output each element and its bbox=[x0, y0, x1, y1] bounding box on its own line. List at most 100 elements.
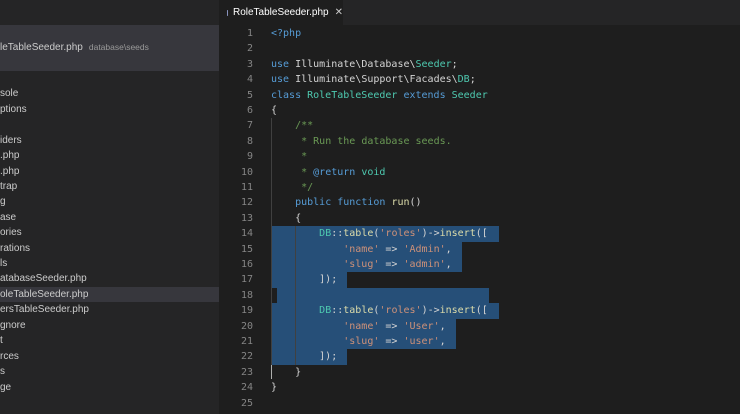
code-line: 15 'name' => 'Admin', bbox=[219, 242, 740, 257]
file-tree-item[interactable]: sole bbox=[0, 87, 18, 101]
file-tree-item[interactable]: rations bbox=[0, 242, 30, 256]
code-line: 1 <?php bbox=[219, 26, 740, 41]
code-token: use bbox=[271, 74, 296, 86]
file-tree-item[interactable]: gnore bbox=[0, 319, 26, 333]
code-token: Illuminate\Support\Facades\ bbox=[295, 74, 458, 86]
open-editor-file[interactable]: leTableSeeder.php database\seeds bbox=[0, 40, 149, 55]
code-token: use bbox=[271, 58, 296, 70]
code-token: ; bbox=[451, 58, 458, 70]
file-tree-item[interactable]: trap bbox=[0, 180, 17, 194]
code-line: 12 public function run() bbox=[219, 195, 740, 210]
line-code: /** bbox=[271, 118, 313, 133]
line-code: public function run() bbox=[271, 195, 422, 210]
file-tree-item[interactable]: ge bbox=[0, 381, 11, 395]
line-number: 1 bbox=[246, 28, 253, 39]
line-number: 2 bbox=[246, 43, 253, 55]
code-token: 'user' bbox=[403, 336, 440, 347]
code-token: insert bbox=[439, 228, 476, 240]
code-editor[interactable]: 1 <?php 2 3 use Illuminate\Database\Seeder; 4… bbox=[219, 25, 740, 414]
line-code: 'slug' => 'admin', bbox=[271, 257, 451, 272]
code-token: run bbox=[391, 197, 410, 209]
code-token: 'slug' bbox=[343, 259, 380, 270]
line-code: <?php bbox=[271, 26, 301, 41]
code-token: DB bbox=[319, 228, 332, 240]
line-code: 'slug' => 'user', bbox=[271, 334, 446, 349]
open-editor-file-name: leTableSeeder.php bbox=[0, 42, 83, 53]
file-tree-item[interactable]: ories bbox=[0, 226, 22, 240]
line-number: 7 bbox=[246, 120, 253, 132]
code-token: ; bbox=[469, 74, 476, 86]
code-token: => bbox=[379, 320, 404, 332]
line-number: 18 bbox=[240, 289, 253, 301]
file-tree-item[interactable]: oleTableSeeder.php bbox=[0, 288, 88, 302]
line-number: 14 bbox=[240, 228, 253, 240]
file-tree-item[interactable]: s bbox=[0, 365, 5, 379]
code-token: insert bbox=[439, 305, 476, 317]
code-token: => bbox=[379, 336, 404, 347]
line-number: 6 bbox=[246, 105, 253, 116]
file-tree-item[interactable]: ptions bbox=[0, 103, 27, 117]
code-line: 8 * Run the database seeds. bbox=[219, 134, 740, 149]
line-code: */ bbox=[271, 180, 313, 195]
code-token: RoleTableSeeder bbox=[307, 89, 404, 101]
file-tree-item[interactable]: ersTableSeeder.php bbox=[0, 303, 89, 317]
code-token: extends bbox=[403, 89, 452, 101]
close-icon[interactable]: ✕ bbox=[335, 7, 343, 18]
code-line: 25 bbox=[219, 396, 740, 411]
code-token: Seeder bbox=[415, 58, 452, 70]
code-line: 4 use Illuminate\Support\Facades\DB; bbox=[219, 72, 740, 87]
code-token: DB bbox=[319, 305, 332, 317]
line-number: 15 bbox=[240, 243, 253, 255]
line-number: 20 bbox=[240, 320, 253, 332]
line-number: 5 bbox=[246, 89, 253, 101]
code-token: , bbox=[439, 336, 446, 347]
line-code: { bbox=[271, 103, 277, 118]
code-token: public bbox=[295, 197, 338, 209]
code-token: 'admin' bbox=[403, 259, 446, 270]
line-code: DB::table('roles')->insert([ bbox=[271, 226, 488, 241]
code-line: 20 'name' => 'User', bbox=[219, 319, 740, 334]
tab-roletableseeder[interactable]: RoleTableSeeder.php ✕ bbox=[219, 0, 343, 25]
line-number: 9 bbox=[246, 151, 253, 163]
line-code: use Illuminate\Database\Seeder; bbox=[271, 57, 458, 72]
code-line: 11 */ bbox=[219, 180, 740, 195]
code-line: 9 * bbox=[219, 149, 740, 164]
code-token: => bbox=[379, 243, 404, 255]
code-token: () bbox=[409, 197, 422, 209]
file-tree-item[interactable]: t bbox=[0, 334, 3, 348]
php-file-icon bbox=[227, 9, 228, 16]
code-token: => bbox=[379, 259, 404, 270]
line-number: 3 bbox=[246, 58, 253, 70]
line-number: 8 bbox=[246, 135, 253, 147]
open-editors-item[interactable]: leTableSeeder.php database\seeds bbox=[0, 25, 219, 71]
file-tree-item[interactable]: .php bbox=[0, 149, 19, 163]
code-line: 16 'slug' => 'admin', bbox=[219, 257, 740, 272]
file-tree-item[interactable]: iders bbox=[0, 134, 22, 148]
file-tree-item[interactable]: rces bbox=[0, 350, 19, 364]
file-tree-item[interactable]: g bbox=[0, 195, 6, 209]
line-number: 17 bbox=[240, 274, 253, 286]
file-tree-item[interactable]: ls bbox=[0, 257, 7, 271]
code-token: )-> bbox=[421, 228, 440, 240]
code-token: * bbox=[295, 166, 314, 178]
file-tree-item[interactable]: .php bbox=[0, 165, 19, 179]
file-tree-item[interactable]: ase bbox=[0, 211, 16, 225]
line-code: 'name' => 'Admin', bbox=[271, 242, 451, 257]
line-code: class RoleTableSeeder extends Seeder bbox=[271, 88, 488, 103]
line-code: * Run the database seeds. bbox=[271, 134, 452, 149]
line-number: 13 bbox=[240, 212, 253, 224]
code-line: 13 { bbox=[219, 211, 740, 226]
code-line: 10 * @return void bbox=[219, 165, 740, 180]
code-token: } bbox=[271, 382, 278, 394]
code-token: function bbox=[337, 197, 392, 209]
code-token: */ bbox=[295, 182, 314, 193]
line-number: 10 bbox=[240, 166, 253, 178]
code-token: DB bbox=[457, 74, 470, 86]
file-tree-item[interactable]: atabaseSeeder.php bbox=[0, 272, 87, 286]
code-token: )-> bbox=[421, 305, 440, 317]
code-token: } bbox=[271, 366, 302, 378]
